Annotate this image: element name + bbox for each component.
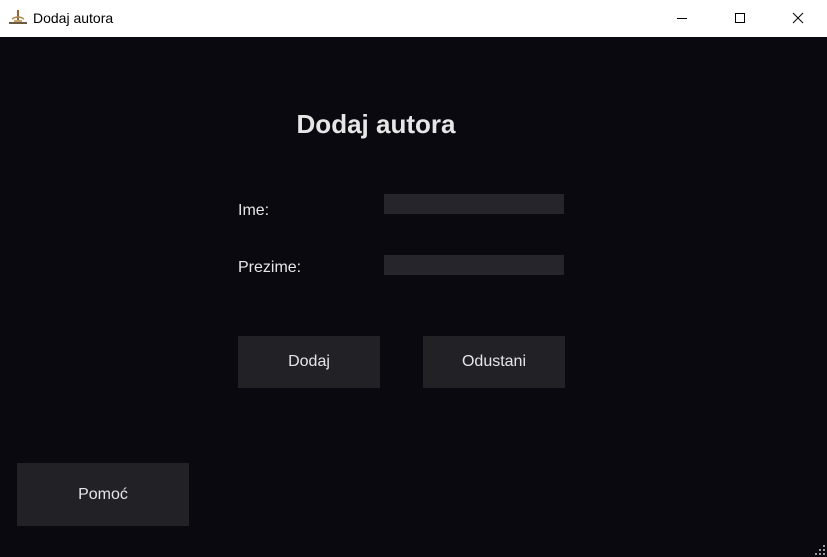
ime-input[interactable] xyxy=(384,194,564,214)
client-area: Dodaj autora Ime: Prezime: Dodaj Odustan… xyxy=(0,37,827,557)
prezime-input[interactable] xyxy=(384,255,564,275)
close-button[interactable] xyxy=(769,0,827,36)
minimize-icon xyxy=(677,18,687,19)
prezime-label: Prezime: xyxy=(238,259,302,276)
help-button[interactable]: Pomoć xyxy=(17,463,189,526)
maximize-button[interactable] xyxy=(711,0,769,36)
app-logo-icon xyxy=(9,10,27,24)
maximize-icon xyxy=(735,13,745,23)
window-title: Dodaj autora xyxy=(33,10,114,26)
ime-label: Ime: xyxy=(238,202,270,219)
minimize-button[interactable] xyxy=(653,0,711,36)
resize-grip-icon[interactable] xyxy=(815,545,825,555)
page-title: Dodaj autora xyxy=(296,109,456,139)
odustani-button[interactable]: Odustani xyxy=(423,336,565,388)
title-bar[interactable]: Dodaj autora xyxy=(0,0,827,36)
dodaj-button[interactable]: Dodaj xyxy=(238,336,380,388)
close-icon xyxy=(792,12,804,24)
app-window: Dodaj autora Dodaj autora Ime: Prezime: … xyxy=(0,0,827,557)
